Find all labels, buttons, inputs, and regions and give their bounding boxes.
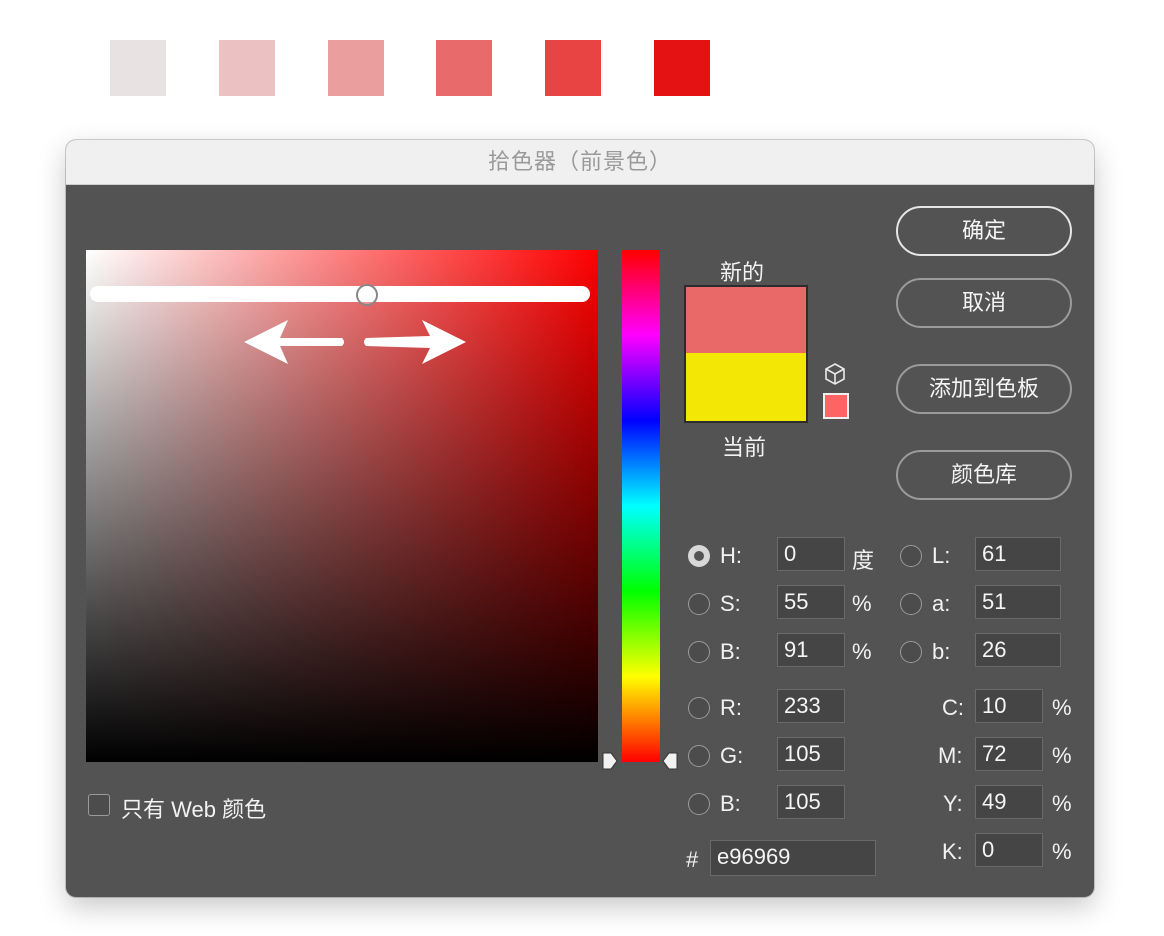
r-label: R:: [720, 695, 742, 720]
y-input[interactable]: 49: [975, 785, 1043, 819]
r-input[interactable]: 233: [777, 689, 845, 723]
h-input[interactable]: 0: [777, 537, 845, 571]
radio-l[interactable]: [900, 545, 922, 567]
radio-rgb-b[interactable]: [688, 793, 710, 815]
radio-s[interactable]: [688, 593, 710, 615]
g-label: G:: [720, 743, 744, 768]
k-input[interactable]: 0: [975, 833, 1043, 867]
current-color-preview[interactable]: [684, 353, 808, 423]
b-input[interactable]: 91: [777, 633, 845, 667]
dialog-title: 拾色器（前景色）: [66, 140, 1094, 185]
radio-r[interactable]: [688, 697, 710, 719]
m-label: M:: [938, 743, 963, 768]
l-input[interactable]: 61: [975, 537, 1061, 571]
hue-slider[interactable]: [622, 250, 660, 762]
add-to-swatches-button[interactable]: 添加到色板: [896, 364, 1072, 414]
web-safe-swatch-icon[interactable]: [823, 393, 849, 419]
swatch-5: [545, 40, 601, 96]
m-unit: %: [1052, 743, 1072, 768]
radio-b[interactable]: [688, 641, 710, 663]
rgb-b-label: B:: [720, 791, 741, 816]
field-marker-icon: [602, 752, 618, 770]
swatch-1: [110, 40, 166, 96]
radio-a[interactable]: [900, 593, 922, 615]
c-input[interactable]: 10: [975, 689, 1043, 723]
s-label: S:: [720, 591, 741, 616]
b-unit: %: [852, 639, 872, 664]
lab-b-label: b:: [932, 639, 951, 664]
radio-lab-b[interactable]: [900, 641, 922, 663]
l-label: L:: [932, 543, 951, 568]
swatch-2: [219, 40, 275, 96]
ok-button[interactable]: 确定: [896, 206, 1072, 256]
hex-input[interactable]: e96969: [710, 840, 876, 876]
h-label: H:: [720, 543, 742, 568]
swatch-6: [654, 40, 710, 96]
a-label: a:: [932, 591, 951, 616]
new-color-label: 新的: [720, 260, 765, 285]
c-label: C:: [942, 695, 964, 720]
field-cursor[interactable]: [356, 284, 378, 306]
new-color-preview: [684, 285, 808, 355]
swatch-3: [328, 40, 384, 96]
annotation-bar: [90, 286, 590, 302]
web-only-checkbox[interactable]: [88, 794, 110, 816]
k-unit: %: [1052, 839, 1072, 864]
rgb-b-input[interactable]: 105: [777, 785, 845, 819]
g-input[interactable]: 105: [777, 737, 845, 771]
k-label: K:: [942, 839, 963, 864]
a-input[interactable]: 51: [975, 585, 1061, 619]
radio-g[interactable]: [688, 745, 710, 767]
s-input[interactable]: 55: [777, 585, 845, 619]
color-field[interactable]: [86, 250, 598, 762]
hue-slider-handle-icon[interactable]: [662, 752, 678, 770]
s-unit: %: [852, 591, 872, 616]
y-label: Y:: [943, 791, 963, 816]
cancel-button[interactable]: 取消: [896, 278, 1072, 328]
lab-b-input[interactable]: 26: [975, 633, 1061, 667]
current-color-label: 当前: [722, 435, 767, 460]
cube-icon[interactable]: [824, 362, 846, 386]
b-label: B:: [720, 639, 741, 664]
double-arrow-icon: [244, 320, 466, 364]
m-input[interactable]: 72: [975, 737, 1043, 771]
h-unit: 度: [852, 548, 875, 573]
c-unit: %: [1052, 695, 1072, 720]
swatch-4: [436, 40, 492, 96]
web-only-label: 只有 Web 颜色: [121, 797, 267, 822]
color-libraries-button[interactable]: 颜色库: [896, 450, 1072, 500]
color-picker-dialog: 拾色器（前景色） 新的 当前 确定 取消 添加到色板 颜色库 H: 0 度 S:…: [66, 140, 1094, 897]
y-unit: %: [1052, 791, 1072, 816]
hex-label: #: [686, 847, 699, 872]
radio-h[interactable]: [688, 545, 710, 567]
